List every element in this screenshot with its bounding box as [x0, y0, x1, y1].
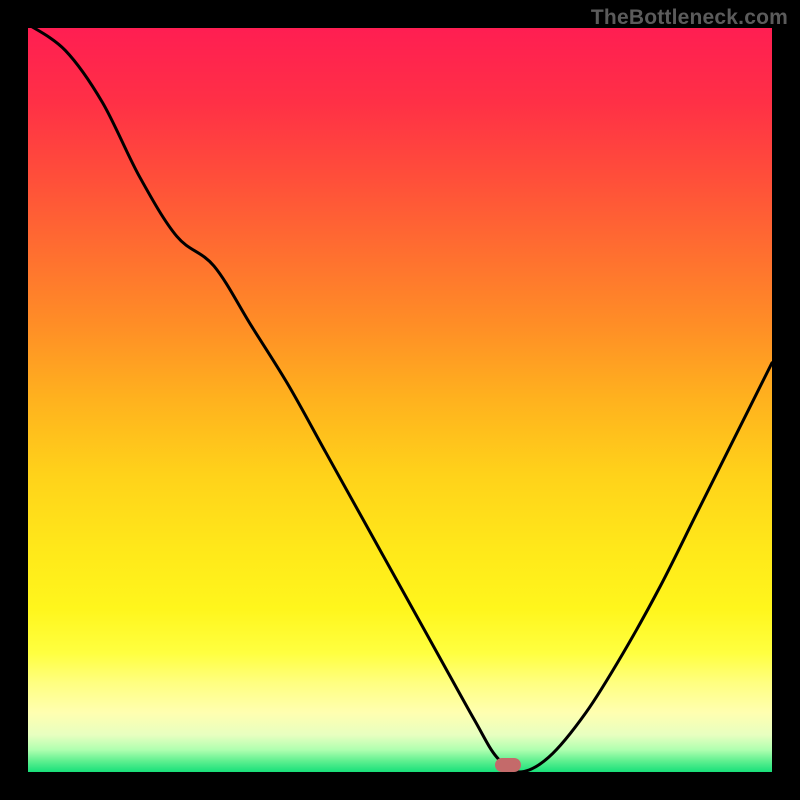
chart-frame: TheBottleneck.com [0, 0, 800, 800]
plot-area [28, 28, 772, 772]
optimal-marker [495, 758, 521, 772]
watermark-label: TheBottleneck.com [591, 6, 788, 30]
gradient-background [28, 28, 772, 772]
